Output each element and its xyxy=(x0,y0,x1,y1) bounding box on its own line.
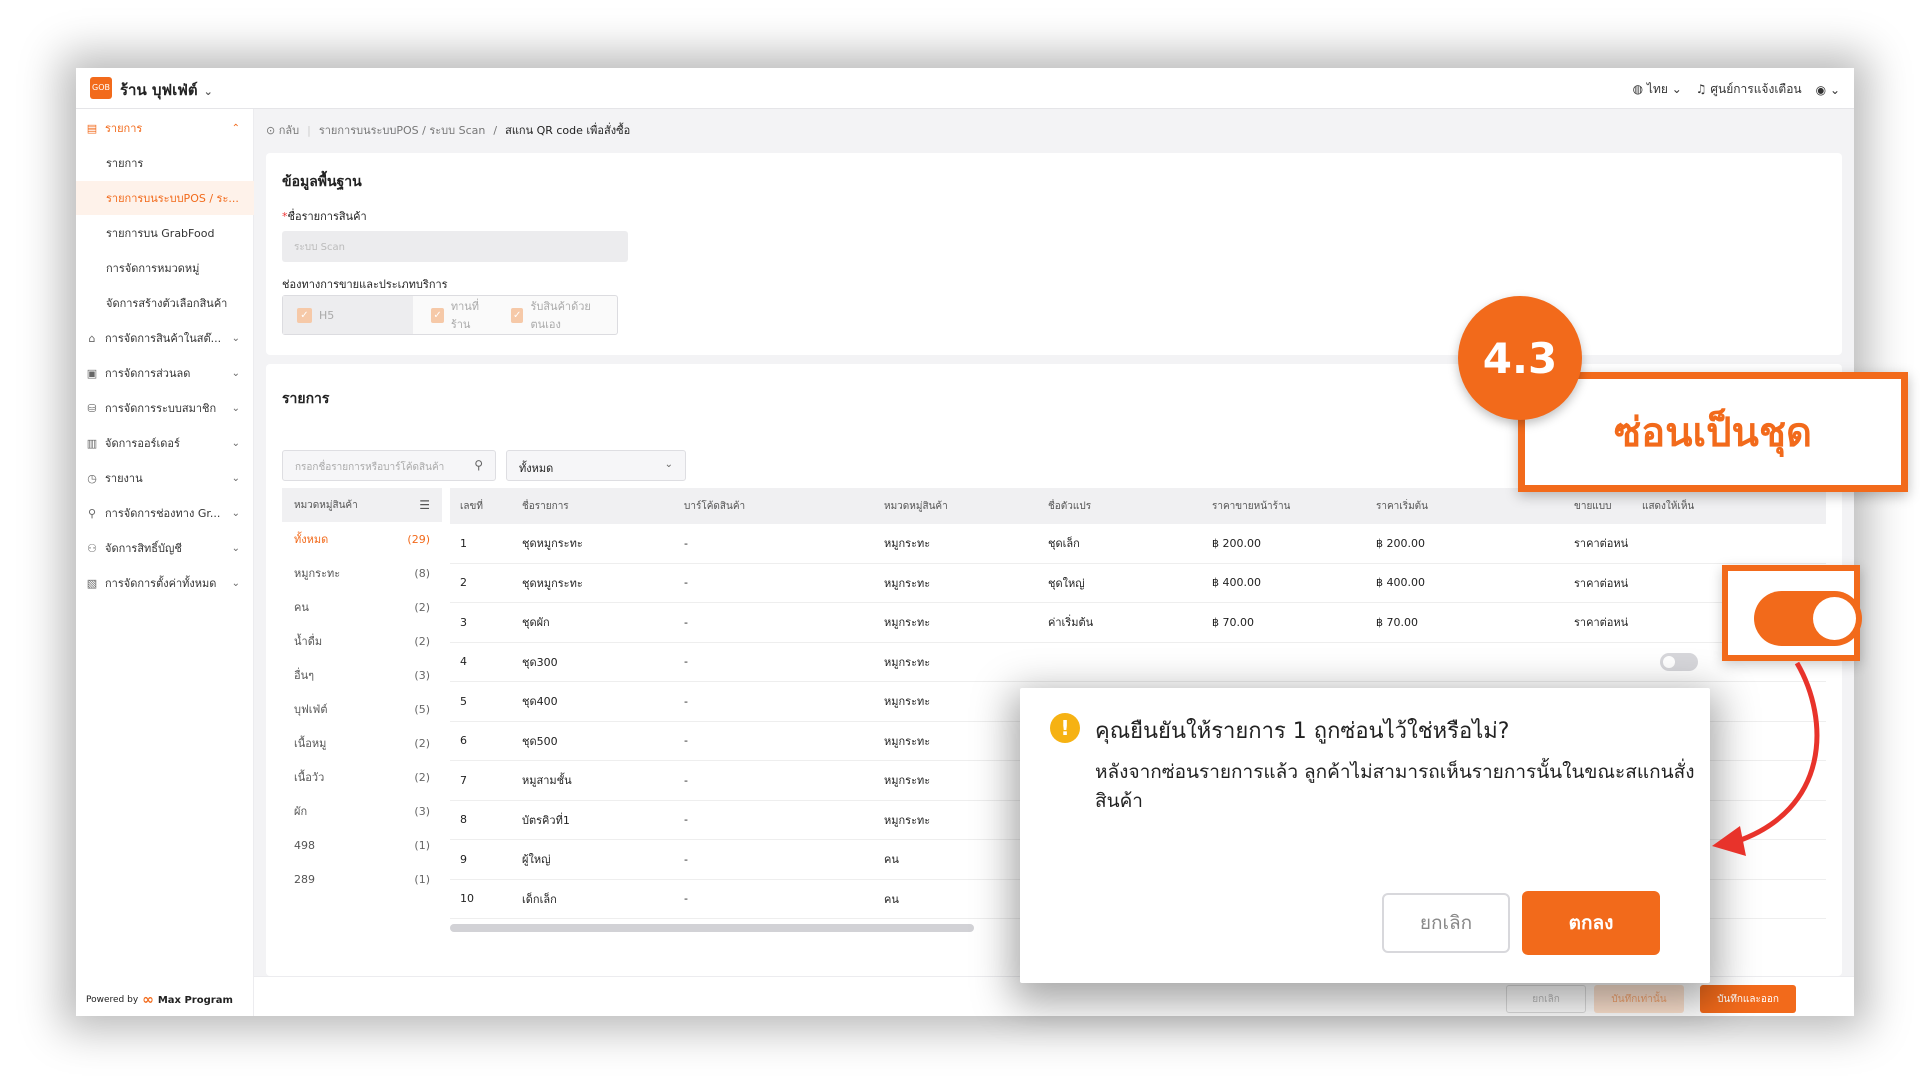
arrow-line xyxy=(1734,661,1820,845)
annotation-arrow xyxy=(1712,661,1820,856)
arrow-head xyxy=(1712,826,1746,856)
screenshot-stage: GOB ร้าน บุฟเฟ่ต์ ⌄ ◍ ไทย ⌄ ♫ ศูนย์การแจ้… xyxy=(0,0,1920,1080)
